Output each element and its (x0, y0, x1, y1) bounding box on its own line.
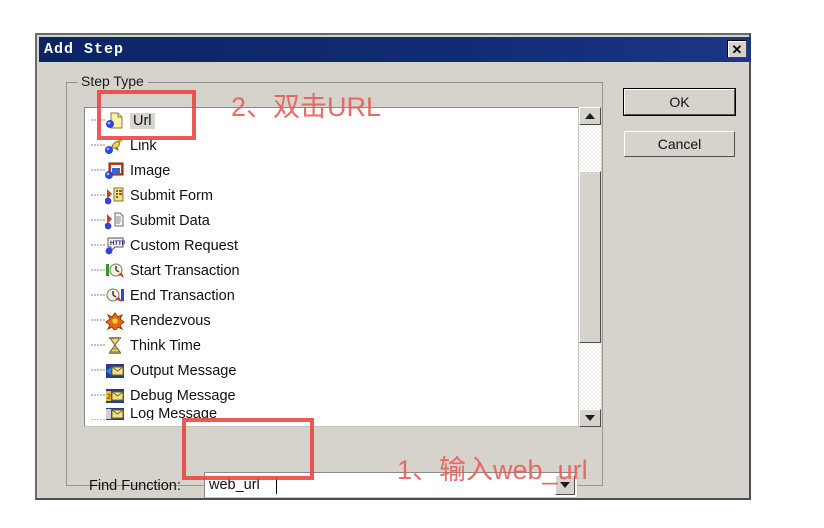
scroll-down-arrow-icon[interactable] (579, 409, 601, 427)
list-item[interactable]: End Transaction (85, 283, 578, 308)
tree-connector-dots (91, 358, 105, 383)
rendezvous-icon (105, 311, 125, 330)
list-item[interactable]: 2 Debug Message (85, 383, 578, 408)
end-transaction-icon (105, 287, 125, 305)
submit-data-icon (105, 212, 125, 230)
step-type-label: Step Type (77, 73, 148, 89)
debug-message-icon: 2 (105, 387, 125, 405)
list-item[interactable]: Submit Form (85, 183, 578, 208)
tree-connector-dots (91, 333, 105, 358)
list-item-label: Output Message (130, 362, 237, 379)
tree-connector-dots (91, 183, 105, 208)
annotation-step-2: 2、双击URL (231, 92, 382, 122)
cancel-button[interactable]: Cancel (624, 131, 735, 157)
log-message-icon (105, 408, 125, 420)
start-transaction-icon (105, 262, 125, 280)
tree-connector-dots (91, 233, 105, 258)
list-item-label: Start Transaction (130, 262, 240, 279)
tree-connector-dots (91, 408, 105, 420)
output-message-icon (105, 362, 125, 380)
http-custom-request-icon: HTTP (105, 237, 125, 255)
list-item-label: Submit Form (130, 187, 213, 204)
list-item[interactable]: Image (85, 158, 578, 183)
tree-connector-dots (91, 283, 105, 308)
list-item-label: Submit Data (130, 212, 210, 229)
list-item-label: Debug Message (130, 387, 236, 404)
list-item[interactable]: Submit Data (85, 208, 578, 233)
list-item-label: Think Time (130, 337, 201, 354)
list-item[interactable]: Output Message (85, 358, 578, 383)
submit-form-icon (105, 187, 125, 205)
svg-text:HTTP: HTTP (110, 241, 125, 247)
list-item[interactable]: Rendezvous (85, 308, 578, 333)
list-item[interactable]: HTTP Custom Request (85, 233, 578, 258)
scroll-up-arrow-icon[interactable] (579, 107, 601, 125)
list-item-label: End Transaction (130, 287, 235, 304)
list-item-label: Custom Request (130, 237, 238, 254)
annotation-highlight-find-input (182, 418, 314, 480)
tree-connector-dots (91, 308, 105, 333)
svg-text:2: 2 (107, 394, 111, 401)
window-title: Add Step (44, 41, 125, 58)
tree-connector-dots (91, 383, 105, 408)
find-function-label: Find Function: (89, 478, 181, 494)
listbox-vertical-scrollbar[interactable] (579, 107, 601, 427)
title-bar[interactable]: Add Step ✕ (39, 37, 751, 62)
list-item[interactable]: Log Message (85, 408, 578, 420)
hourglass-icon (105, 336, 125, 355)
ok-button[interactable]: OK (623, 88, 736, 116)
close-icon[interactable]: ✕ (727, 40, 747, 58)
image-picture-icon (105, 162, 125, 180)
tree-connector-dots (91, 158, 105, 183)
annotation-highlight-url (97, 90, 196, 140)
tree-connector-dots (91, 258, 105, 283)
scrollbar-thumb[interactable] (579, 171, 601, 343)
list-item-label: Rendezvous (130, 312, 211, 329)
step-type-listbox[interactable]: Url Link Image Submit Form Submit Data HTTP Cu… (84, 107, 579, 427)
tree-connector-dots (91, 208, 105, 233)
annotation-step-1: 1、输入web_url (397, 455, 588, 485)
list-item[interactable]: Start Transaction (85, 258, 578, 283)
list-item-label: Image (130, 162, 171, 179)
list-item[interactable]: Think Time (85, 333, 578, 358)
